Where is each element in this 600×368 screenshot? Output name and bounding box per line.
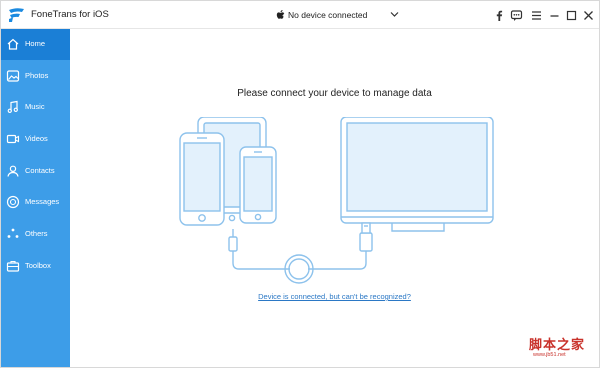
connect-prompt: Please connect your device to manage dat…	[237, 88, 432, 99]
sidebar-item-label: Messages	[25, 197, 60, 206]
sidebar-item-toolbox[interactable]: Toolbox	[1, 251, 70, 282]
sidebar-item-home[interactable]: Home	[1, 29, 70, 60]
sidebar-item-label: Home	[25, 39, 46, 48]
device-selector[interactable]: No device connected	[267, 5, 403, 25]
device-status-label: No device connected	[288, 10, 368, 20]
sidebar-item-label: Others	[25, 229, 48, 238]
sidebar-item-photos[interactable]: Photos	[1, 61, 70, 92]
app-window: FoneTrans for iOS No device connected Ho…	[0, 0, 600, 368]
sidebar-item-music[interactable]: Music	[1, 92, 70, 123]
watermark-url: www.jb51.net	[533, 352, 566, 358]
others-icon	[7, 228, 19, 238]
sidebar-item-label: Music	[25, 102, 45, 111]
device-not-recognized-link[interactable]: Device is connected, but can't be recogn…	[70, 292, 599, 301]
sidebar-item-contacts[interactable]: Contacts	[1, 156, 70, 187]
close-icon[interactable]	[582, 9, 595, 22]
sidebar-item-label: Photos	[25, 71, 49, 80]
apple-icon	[276, 10, 285, 19]
toolbox-icon	[6, 260, 20, 272]
sidebar-item-others[interactable]: Others	[1, 219, 70, 250]
fonetrans-logo-icon	[9, 8, 24, 22]
sidebar-item-label: Toolbox	[25, 261, 51, 270]
sidebar-item-messages[interactable]: Messages	[1, 187, 70, 218]
messages-icon	[6, 195, 20, 209]
maximize-icon[interactable]	[565, 9, 578, 22]
main-content: Please connect your device to manage dat…	[70, 29, 599, 367]
home-icon	[7, 38, 19, 50]
minimize-icon[interactable]	[548, 9, 561, 22]
menu-icon[interactable]	[530, 9, 543, 22]
facebook-icon[interactable]	[493, 9, 506, 22]
music-icon	[7, 100, 18, 113]
watermark-text: 脚本之家	[529, 338, 586, 353]
sidebar-item-label: Contacts	[25, 166, 55, 175]
feedback-icon[interactable]	[510, 9, 523, 22]
sidebar-item-videos[interactable]: Videos	[1, 124, 70, 155]
device-connection-illustration	[179, 117, 494, 284]
sidebar: Home Photos Music Videos Contacts Messag…	[1, 29, 70, 367]
videos-icon	[6, 134, 20, 144]
app-title: FoneTrans for iOS	[31, 9, 109, 20]
chevron-down-icon	[390, 12, 399, 17]
watermark: 脚本之家 www.jb51.net	[529, 334, 595, 364]
photos-icon	[6, 70, 20, 82]
sidebar-item-label: Videos	[25, 134, 48, 143]
title-bar: FoneTrans for iOS No device connected	[1, 1, 599, 29]
contacts-icon	[7, 165, 19, 177]
